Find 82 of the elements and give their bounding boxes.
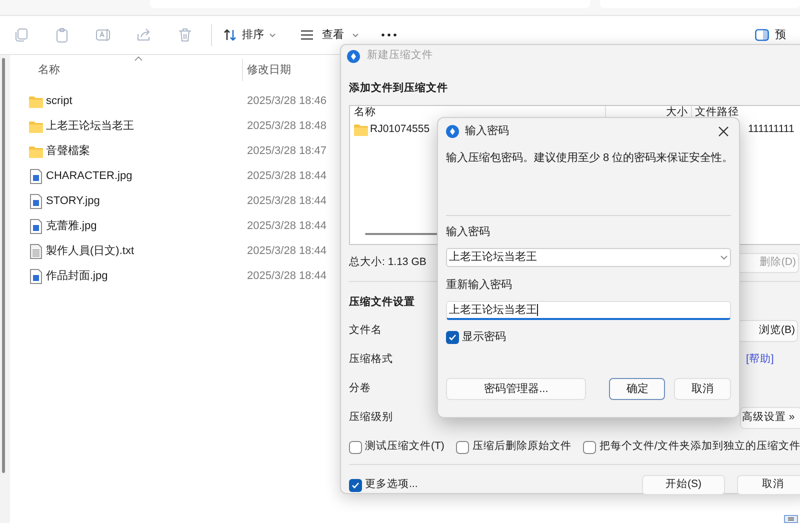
cancel-button[interactable]: 取消 xyxy=(737,475,800,495)
field-label: 输入密码 xyxy=(446,225,490,239)
caret-icon xyxy=(352,32,359,38)
image-file-icon xyxy=(29,194,43,209)
checkbox[interactable] xyxy=(446,330,459,344)
list-lines-icon xyxy=(300,29,314,41)
modified-date: 2025/3/28 18:44 xyxy=(247,194,327,210)
file-name[interactable]: 製作人員(日文).txt xyxy=(46,243,247,260)
preview-button[interactable]: 预 xyxy=(755,26,786,44)
checkbox-label[interactable]: 显示密码 xyxy=(462,328,506,346)
image-file-icon xyxy=(29,269,43,284)
folder-icon xyxy=(29,96,43,108)
password-manager-button[interactable]: 密码管理器... xyxy=(446,378,586,400)
checkbox-label[interactable]: 把每个文件/文件夹添加到独立的压缩文件 xyxy=(599,439,800,455)
setting-label: 压缩级别 xyxy=(349,410,393,425)
view-button[interactable]: 查看 xyxy=(300,22,359,48)
checkbox-label[interactable]: 更多选项... xyxy=(365,477,418,493)
modified-date: 2025/3/28 18:44 xyxy=(247,244,327,260)
share-icon[interactable] xyxy=(136,27,152,43)
file-name[interactable]: 克蕾雅.jpg xyxy=(46,218,247,235)
modified-date: 2025/3/28 18:44 xyxy=(247,169,327,184)
sort-caret-icon xyxy=(134,56,143,61)
image-file-icon xyxy=(29,219,43,234)
window-title: 新建压缩文件 xyxy=(367,48,433,64)
password-input[interactable]: 上老王论坛当老王 xyxy=(446,301,731,320)
app-logo-icon xyxy=(446,124,459,138)
file-name[interactable]: STORY.jpg xyxy=(46,193,247,210)
file-name[interactable]: 上老王论坛当老王 xyxy=(46,118,247,135)
folder-icon xyxy=(29,120,43,132)
details-view-icon xyxy=(784,515,798,523)
sort-button[interactable]: 排序 xyxy=(223,22,276,48)
file-name[interactable]: 作品封面.jpg xyxy=(46,268,247,285)
text-file-icon xyxy=(29,244,43,259)
app-logo-icon xyxy=(347,50,360,62)
column-header[interactable]: 大小 xyxy=(606,106,691,118)
file-path: 111111111 xyxy=(748,122,794,138)
section-heading: 添加文件到压缩文件 xyxy=(349,81,449,95)
file-name[interactable]: CHARACTER.jpg xyxy=(46,168,247,185)
modified-date: 2025/3/28 18:48 xyxy=(247,119,327,134)
preview-pane-icon xyxy=(755,29,769,41)
checkbox-label[interactable]: 压缩后删除原始文件 xyxy=(472,439,572,455)
sort-arrows-icon xyxy=(223,28,237,42)
checkbox-label[interactable]: 测试压缩文件(T) xyxy=(365,439,444,455)
cancel-button[interactable]: 取消 xyxy=(674,378,731,400)
browse-button[interactable]: 浏览(B) xyxy=(738,320,798,342)
rename-icon[interactable] xyxy=(95,27,111,43)
caret-icon xyxy=(269,32,276,38)
setting-label: 分卷 xyxy=(349,380,371,396)
modified-date: 2025/3/28 18:44 xyxy=(247,219,327,234)
column-header[interactable]: 名称 xyxy=(38,62,238,78)
copy-icon[interactable] xyxy=(13,27,29,43)
close-icon[interactable] xyxy=(718,125,730,137)
checkbox[interactable] xyxy=(349,440,362,454)
folder-icon xyxy=(354,124,368,136)
checkbox[interactable] xyxy=(456,440,470,454)
checkbox[interactable] xyxy=(349,478,362,492)
column-header[interactable]: 文件路径 xyxy=(692,106,739,118)
folder-icon xyxy=(29,146,43,158)
column-header[interactable]: 名称 xyxy=(350,106,605,118)
modified-date: 2025/3/28 18:47 xyxy=(247,144,327,160)
password-combobox[interactable]: 上老王论坛当老王 xyxy=(446,248,731,267)
setting-label: 文件名 xyxy=(349,322,382,338)
advanced-settings-button[interactable]: 高级设置 » xyxy=(740,406,800,428)
ok-button[interactable]: 确定 xyxy=(609,378,666,400)
image-file-icon xyxy=(29,169,43,184)
checkbox[interactable] xyxy=(583,440,596,454)
paste-icon[interactable] xyxy=(54,27,70,43)
file-name[interactable]: 音聲檔案 xyxy=(46,143,247,160)
column-header[interactable]: 修改日期 xyxy=(247,62,291,78)
modified-date: 2025/3/28 18:46 xyxy=(247,94,327,110)
file-name[interactable]: script xyxy=(46,93,247,110)
total-size: 总大小: 1.13 GB xyxy=(349,255,426,270)
setting-label: 压缩格式 xyxy=(349,352,393,367)
modified-date: 2025/3/28 18:44 xyxy=(247,269,327,284)
field-label: 重新输入密码 xyxy=(446,278,512,292)
start-button[interactable]: 开始(S) xyxy=(642,475,725,495)
help-link[interactable]: [帮助] xyxy=(746,352,774,368)
delete-icon[interactable] xyxy=(177,27,193,43)
scrollbar[interactable] xyxy=(2,58,5,473)
dialog-title: 输入密码 xyxy=(465,124,509,139)
dropdown-caret-icon xyxy=(720,255,728,260)
description-text: 输入压缩包密码。建议使用至少 8 位的密码来保证安全性。 xyxy=(446,151,734,165)
